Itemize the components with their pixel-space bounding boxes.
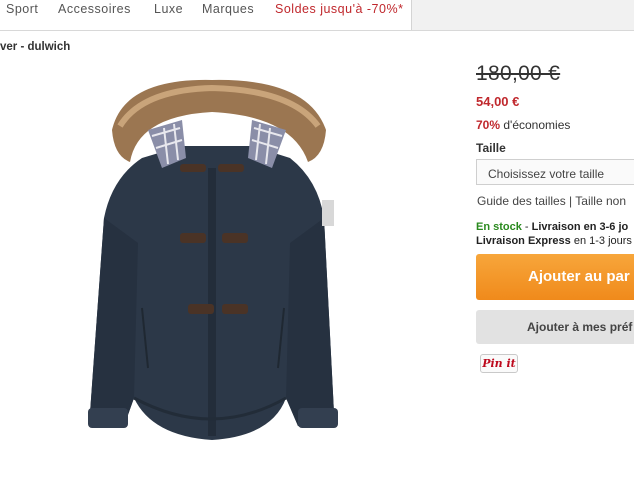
savings-text: 70% d'économies — [476, 118, 570, 132]
express-text: en 1-3 jours — [570, 235, 632, 247]
nav-item-accessoires[interactable]: Accessoires — [58, 2, 131, 16]
nav-item-soldes[interactable]: Soldes jusqu'à -70%* — [275, 2, 403, 16]
stock-status: En stock — [476, 221, 522, 233]
size-missing-link[interactable]: Taille non — [575, 194, 626, 208]
size-guide-link[interactable]: Guide des tailles — [477, 194, 566, 208]
sale-price: 54,00 € — [476, 94, 520, 109]
size-label: Taille — [476, 141, 506, 155]
stock-separator: - — [521, 221, 532, 233]
express-label: Livraison Express — [476, 235, 571, 247]
top-navigation: Sport Accessoires Luxe Marques Soldes ju… — [0, 0, 634, 31]
nav-tab-area — [411, 0, 634, 30]
nav-item-luxe[interactable]: Luxe — [154, 2, 183, 16]
savings-label: d'économies — [500, 118, 571, 132]
savings-percent: 70% — [476, 118, 501, 132]
size-links: Guide des tailles | Taille non — [477, 194, 626, 208]
delivery-label: Livraison en 3-6 jo — [531, 221, 629, 233]
nav-item-sport[interactable]: Sport — [6, 2, 38, 16]
nav-item-marques[interactable]: Marques — [202, 2, 254, 16]
pinterest-pin-button[interactable]: Pin it — [480, 354, 518, 373]
breadcrumb[interactable]: ver - dulwich — [0, 41, 70, 53]
size-links-separator: | — [565, 194, 576, 208]
size-select[interactable]: Choisissez votre taille — [476, 159, 634, 185]
add-to-wishlist-button[interactable]: Ajouter à mes préf — [476, 310, 634, 344]
express-delivery: Livraison Express en 1-3 jours — [476, 235, 632, 247]
add-to-cart-button[interactable]: Ajouter au par — [476, 254, 634, 300]
product-image[interactable] — [72, 68, 362, 448]
original-price: 180,00 € — [476, 62, 561, 85]
stock-info: En stock - Livraison en 3-6 jo — [476, 221, 628, 233]
